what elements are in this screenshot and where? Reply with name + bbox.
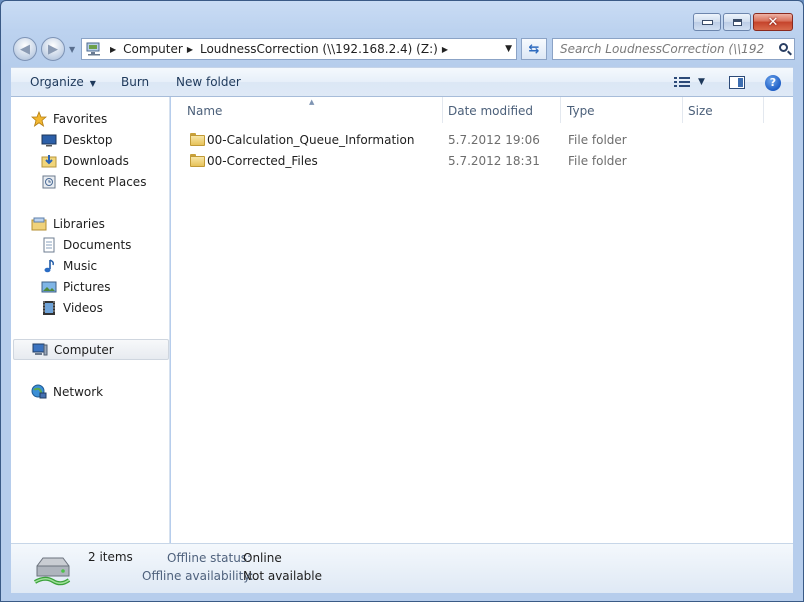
star-icon <box>30 110 48 127</box>
table-row[interactable]: 00-Corrected_Files 5.7.2012 18:31 File f… <box>171 151 793 172</box>
minimize-icon <box>701 19 713 25</box>
close-icon: ✕ <box>767 14 779 30</box>
offline-availability-label: Offline availability: <box>142 569 254 583</box>
item-count: 2 items <box>88 550 133 564</box>
navigation-bar: ◀ ▶ ▼ ▶ Computer ▶ LoudnessCorrection (\… <box>11 37 795 63</box>
sidebar-item-downloads[interactable]: Downloads <box>41 150 129 171</box>
file-name: 00-Corrected_Files <box>207 154 318 168</box>
offline-status-value: Online <box>243 551 282 565</box>
sidebar-item-label: Pictures <box>63 279 111 294</box>
address-bar[interactable]: ▶ Computer ▶ LoudnessCorrection (\\192.1… <box>81 38 517 60</box>
view-options-dropdown-icon[interactable]: ▼ <box>698 77 705 87</box>
back-button[interactable]: ◀ <box>13 37 37 61</box>
folder-icon <box>190 154 205 167</box>
burn-button[interactable]: Burn <box>121 75 149 89</box>
back-arrow-icon: ◀ <box>20 41 30 57</box>
sidebar-item-label: Recent Places <box>63 174 147 189</box>
maximize-button[interactable] <box>723 13 751 31</box>
network-icon <box>31 384 47 400</box>
navigation-pane: Favorites Desktop Downloads Recent Place… <box>11 97 170 543</box>
offline-availability-value: Not available <box>243 569 323 583</box>
search-icon[interactable] <box>779 43 788 52</box>
column-header-size[interactable]: Size <box>682 97 764 123</box>
sidebar-item-recent-places[interactable]: Recent Places <box>41 171 146 192</box>
help-icon[interactable]: ? <box>765 75 781 91</box>
sidebar-item-pictures[interactable]: Pictures <box>41 276 111 297</box>
sidebar-item-label: Desktop <box>63 132 113 147</box>
documents-icon <box>41 237 57 253</box>
preview-pane-icon[interactable] <box>729 76 745 89</box>
file-date-modified: 5.7.2012 18:31 <box>448 154 540 168</box>
file-type: File folder <box>568 133 627 147</box>
change-view-icon[interactable] <box>674 77 690 89</box>
sort-ascending-icon: ▲ <box>309 98 315 106</box>
table-row[interactable]: 00-Calculation_Queue_Information 5.7.201… <box>171 130 793 151</box>
sidebar-item-label: Downloads <box>63 153 129 168</box>
new-folder-button[interactable]: New folder <box>176 75 241 89</box>
sidebar-item-documents[interactable]: Documents <box>41 234 131 255</box>
sidebar-item-label: Music <box>63 258 98 273</box>
refresh-icon: ⇆ <box>528 41 540 57</box>
sidebar-item-label: Documents <box>63 237 132 252</box>
details-pane: 2 items Offline status: Online Offline a… <box>11 543 793 593</box>
search-box[interactable] <box>552 38 795 60</box>
close-button[interactable]: ✕ <box>753 13 793 31</box>
address-dropdown-icon[interactable]: ▼ <box>505 44 512 54</box>
sidebar-item-label: Videos <box>63 300 103 315</box>
sidebar-item-label: Computer <box>54 342 114 357</box>
command-bar: Organize ▼ Burn New folder ▼ ? <box>11 67 793 97</box>
sidebar-item-label: Network <box>53 384 104 399</box>
recent-pages-dropdown-icon[interactable]: ▼ <box>69 45 75 54</box>
desktop-icon <box>41 132 57 148</box>
file-type: File folder <box>568 154 627 168</box>
forward-arrow-icon: ▶ <box>48 41 58 57</box>
computer-icon <box>32 342 48 358</box>
maximize-icon <box>732 18 742 26</box>
sidebar-item-videos[interactable]: Videos <box>41 297 103 318</box>
music-icon <box>41 258 57 274</box>
pictures-icon <box>41 279 57 295</box>
breadcrumb-computer[interactable]: Computer <box>123 42 183 56</box>
sidebar-item-favorites[interactable]: Favorites <box>30 108 108 129</box>
breadcrumb-loudnesscorrection[interactable]: LoudnessCorrection (\\192.168.2.4) (Z:) <box>200 42 438 56</box>
column-header-row: Name ▲ Date modified Type Size <box>171 97 793 123</box>
sidebar-item-desktop[interactable]: Desktop <box>41 129 113 150</box>
column-header-type[interactable]: Type <box>561 97 683 123</box>
sidebar-item-computer[interactable]: Computer <box>13 339 169 360</box>
recent-places-icon <box>41 174 57 190</box>
sidebar-item-libraries[interactable]: Libraries <box>31 213 105 234</box>
file-list: Name ▲ Date modified Type Size 00-Calcul… <box>171 97 793 543</box>
chevron-down-icon: ▼ <box>89 79 96 88</box>
offline-status-label: Offline status: <box>167 551 252 565</box>
column-header-date-modified[interactable]: Date modified <box>442 97 561 123</box>
network-drive-small-icon <box>86 42 102 56</box>
folder-icon <box>190 133 205 146</box>
explorer-window: ✕ ◀ ▶ ▼ ▶ Computer ▶ LoudnessCorrection … <box>0 0 804 602</box>
organize-button[interactable]: Organize ▼ <box>30 75 96 89</box>
breadcrumb-separator-icon[interactable]: ▶ <box>442 45 448 54</box>
minimize-button[interactable] <box>693 13 721 31</box>
refresh-button[interactable]: ⇆ <box>521 38 547 60</box>
organize-label: Organize <box>30 75 84 89</box>
breadcrumb-separator-icon[interactable]: ▶ <box>110 45 116 54</box>
network-drive-icon <box>33 552 71 588</box>
sidebar-item-network[interactable]: Network <box>31 381 103 402</box>
breadcrumb: ▶ Computer ▶ LoudnessCorrection (\\192.1… <box>106 39 455 59</box>
sidebar-item-label: Favorites <box>53 111 108 126</box>
sidebar-item-label: Libraries <box>53 216 105 231</box>
downloads-icon <box>41 153 57 169</box>
videos-icon <box>41 300 57 316</box>
caption-buttons: ✕ <box>693 13 793 31</box>
file-date-modified: 5.7.2012 19:06 <box>448 133 540 147</box>
breadcrumb-separator-icon[interactable]: ▶ <box>187 45 193 54</box>
search-input[interactable] <box>560 42 765 56</box>
file-name: 00-Calculation_Queue_Information <box>207 133 415 147</box>
sidebar-item-music[interactable]: Music <box>41 255 97 276</box>
forward-button[interactable]: ▶ <box>41 37 65 61</box>
libraries-icon <box>31 216 47 232</box>
